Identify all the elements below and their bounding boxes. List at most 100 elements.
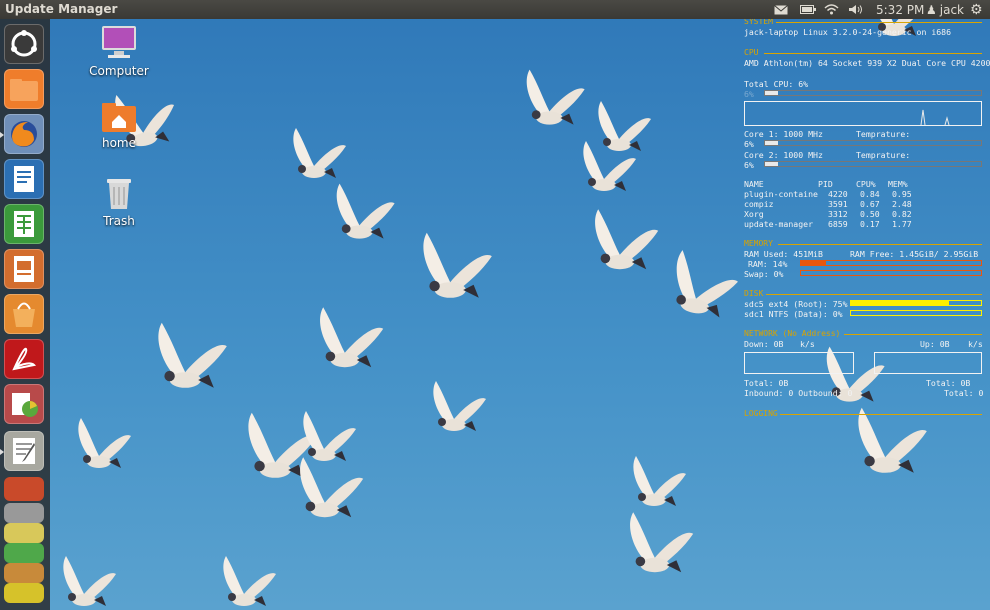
cpu-model: AMD Athlon(tm) 64 Socket 939 X2 Dual Cor…: [744, 58, 990, 68]
col-cpu: CPU%: [856, 179, 876, 189]
user-icon: ♟: [926, 2, 937, 17]
col-name: NAME: [744, 179, 764, 189]
divider: [776, 22, 982, 23]
up-label: Up: 0B: [920, 339, 950, 349]
ram-free: RAM Free: 1.45GiB/ 2.95GiB: [850, 249, 979, 259]
desktop-icon-home[interactable]: home: [84, 100, 154, 150]
down-label: Down: 0B: [744, 339, 784, 349]
process-cpu: 0.67: [860, 199, 880, 209]
envelope-icon[interactable]: [774, 1, 788, 18]
divider: [778, 244, 982, 245]
writer-icon: [14, 166, 34, 192]
launcher-impress[interactable]: [4, 249, 44, 289]
upload-graph: [874, 352, 982, 374]
core1-temp-label: Temprature:: [856, 129, 911, 139]
core1-bar: [764, 140, 982, 146]
swap-label: Swap: 0%: [744, 269, 784, 279]
desktop-icon-computer[interactable]: Computer: [84, 24, 154, 78]
total-cpu-bar: [764, 90, 982, 96]
ram-pct: RAM: 14%: [748, 259, 788, 269]
total-cpu-label: Total CPU: 6%: [744, 79, 809, 89]
launcher-home-folder[interactable]: [4, 69, 44, 109]
trash-icon: [107, 179, 131, 209]
launcher-overflow-stack[interactable]: [4, 477, 44, 607]
divider: [766, 294, 982, 295]
divider: [844, 334, 982, 335]
cpu-graph: [744, 101, 982, 126]
divider: [764, 53, 982, 54]
core2-temp-label: Temprature:: [856, 150, 911, 160]
process-name: update-manager: [744, 219, 814, 229]
folder-icon: [10, 79, 38, 101]
launcher-writer[interactable]: [4, 159, 44, 199]
total-cpu-fill: [765, 91, 778, 95]
launcher-text-editor[interactable]: [4, 431, 44, 471]
user-name: jack: [939, 2, 964, 17]
software-center-icon: [13, 302, 35, 327]
launcher-calc[interactable]: [4, 204, 44, 244]
system-monitor-icon: [12, 393, 38, 417]
logging-header: LOGGING: [744, 409, 778, 418]
clock[interactable]: 5:32 PM: [876, 1, 924, 18]
system-line: jack-laptop Linux 3.2.0-24-generic on i6…: [744, 27, 952, 37]
user-menu[interactable]: ♟ jack: [926, 1, 964, 18]
process-row: Xorg 3312 0.50 0.82: [744, 209, 984, 219]
desktop-icon-label: home: [101, 136, 137, 150]
process-table-header: NAME PID CPU% MEM%: [744, 179, 984, 189]
connections: Inbound: 0 Outbound: 0: [744, 388, 853, 398]
gear-icon[interactable]: ⚙: [970, 1, 983, 18]
launcher-firefox[interactable]: [4, 114, 44, 154]
desktop-icon-label: Computer: [89, 64, 149, 78]
core2-fill: [765, 162, 778, 166]
disk2-bar: [850, 310, 982, 316]
total-connections: Total: 0: [944, 388, 984, 398]
ubuntu-logo-icon: [11, 30, 37, 57]
col-pid: PID: [818, 179, 833, 189]
core2-pct: 6%: [744, 160, 754, 170]
process-mem: 0.82: [892, 209, 912, 219]
down-unit: k/s: [800, 339, 815, 349]
app-title: Update Manager: [5, 2, 118, 16]
total-down: Total: 0B: [744, 378, 789, 388]
speaker-icon[interactable]: [848, 1, 864, 18]
disk1-fill: [851, 301, 949, 305]
core1-fill: [765, 141, 778, 145]
wifi-icon[interactable]: [824, 1, 839, 18]
process-row: compiz 3591 0.67 2.48: [744, 199, 984, 209]
launcher: [0, 19, 50, 610]
process-name: Xorg: [744, 209, 764, 219]
ram-fill: [801, 261, 827, 265]
desktop-icon-label: Trash: [103, 214, 135, 228]
launcher-software-center[interactable]: [4, 294, 44, 334]
desktop-icon-trash[interactable]: Trash: [84, 174, 154, 228]
cpu-header: CPU: [744, 48, 759, 57]
process-cpu: 0.84: [860, 189, 880, 199]
pdf-reader-icon: [12, 347, 37, 371]
launcher-dash-home[interactable]: [4, 24, 44, 64]
process-row: plugin-containe 4220 0.84 0.95: [744, 189, 984, 199]
core2-label: Core 2: 1000 MHz: [744, 150, 823, 160]
text-editor-icon: [13, 438, 35, 464]
impress-icon: [14, 256, 34, 282]
memory-header: MEMORY: [744, 239, 773, 248]
computer-icon: [102, 26, 136, 58]
col-mem: MEM%: [888, 179, 908, 189]
process-row: update-manager 6859 0.17 1.77: [744, 219, 984, 229]
core2-bar: [764, 161, 982, 167]
swap-bar: [800, 270, 982, 276]
top-panel: Update Manager 5:32 PM ♟ jack ⚙: [0, 0, 990, 19]
home-folder-icon: [102, 103, 136, 132]
launcher-pdf-reader[interactable]: [4, 339, 44, 379]
conky-monitor: SYSTEM jack-laptop Linux 3.2.0-24-generi…: [740, 17, 990, 437]
process-name: plugin-containe: [744, 189, 818, 199]
core1-pct: 6%: [744, 139, 754, 149]
process-pid: 6859: [828, 219, 848, 229]
divider: [780, 414, 982, 415]
disk2-label: sdc1 NTFS (Data): 0%: [744, 309, 843, 319]
process-cpu: 0.50: [860, 209, 880, 219]
battery-icon[interactable]: [800, 1, 816, 18]
launcher-system-monitor[interactable]: [4, 384, 44, 424]
network-header: NETWORK (No Address): [744, 329, 841, 338]
process-cpu: 0.17: [860, 219, 880, 229]
process-pid: 3312: [828, 209, 848, 219]
